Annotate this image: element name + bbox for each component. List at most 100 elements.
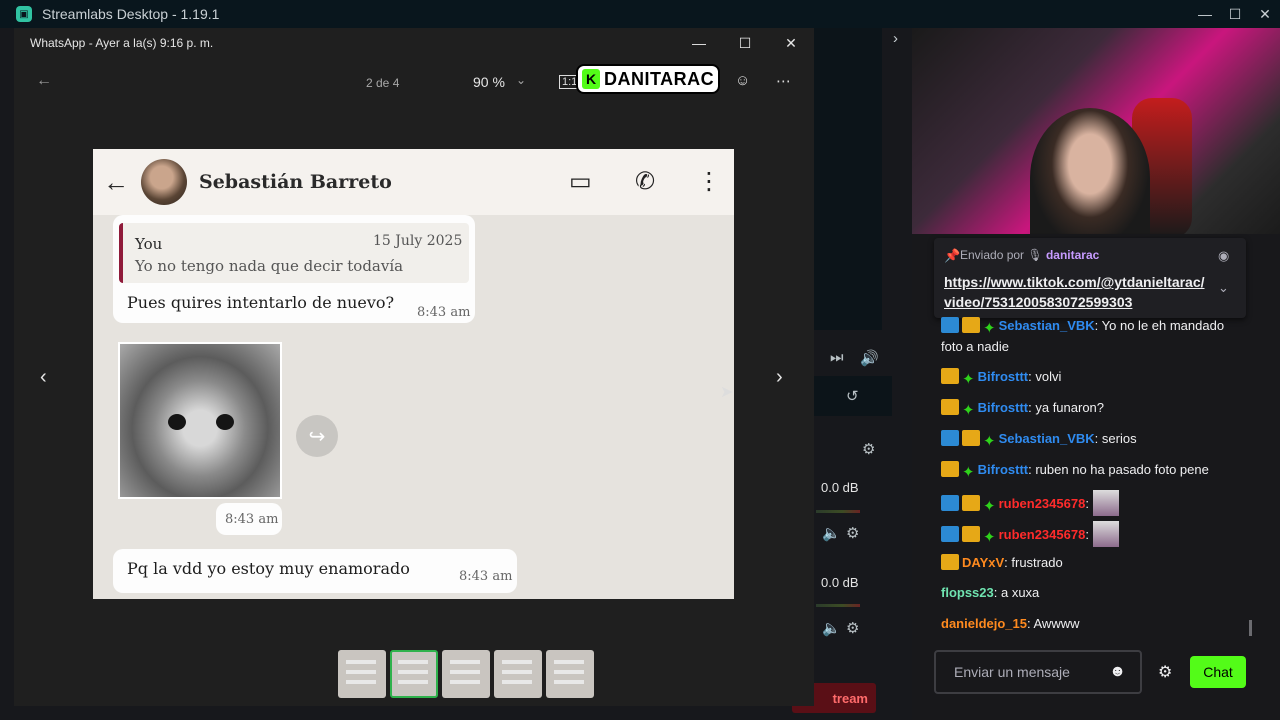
message-bubble-1: You Yo no tengo nada que decir todavía 1… — [113, 215, 475, 323]
chat-username[interactable]: Sebastian_VBK — [999, 318, 1095, 333]
crown-badge-icon — [941, 399, 959, 415]
image-time: 8:43 am — [225, 512, 279, 527]
mixer-ch2-mute-icon[interactable]: 🔈 — [822, 619, 841, 637]
chat-username[interactable]: danieldejo_15 — [941, 616, 1027, 631]
kitten-photo — [118, 342, 282, 499]
chat-text: : volvi — [1028, 369, 1062, 384]
chat-username[interactable]: flopss23 — [941, 585, 994, 600]
sparkle-badge-icon: ✦ — [983, 320, 996, 337]
chevron-down-icon[interactable]: ⌄ — [516, 73, 526, 87]
maximize-icon[interactable]: ☐ — [1220, 0, 1250, 28]
crown-badge-icon — [962, 430, 980, 446]
moderator-badge-icon — [941, 526, 959, 542]
chat-back-arrow-icon: ← — [103, 166, 129, 197]
whatsapp-viewer-window: WhatsApp - Ayer a la(s) 9:16 p. m. — ☐ ✕… — [14, 28, 814, 706]
phone-icon: ✆ — [635, 168, 656, 195]
sparkle-badge-icon: ✦ — [983, 433, 996, 450]
volume-icon[interactable]: 🔊 — [860, 349, 879, 367]
refresh-icon[interactable]: ↺ — [846, 387, 859, 405]
viewer-close-icon[interactable]: ✕ — [768, 28, 814, 58]
thumbnail-2[interactable] — [390, 650, 438, 698]
chat-text: : frustrado — [1004, 555, 1063, 570]
skip-icon[interactable]: ⏭ — [830, 349, 844, 366]
pinned-by: Enviado por 🎙 danitarac — [960, 248, 1100, 262]
webcam-feed — [912, 28, 1280, 234]
pinned-link[interactable]: https://www.tiktok.com/@ytdanieltarac/vi… — [944, 272, 1212, 312]
chat-message: ✦ Bifrosttt: ruben no ha pasado foto pene — [941, 459, 1241, 481]
mixer-ch1-meter — [816, 510, 860, 513]
thumbnail-1[interactable] — [338, 650, 386, 698]
app-title: Streamlabs Desktop - 1.19.1 — [42, 6, 220, 22]
zoom-level[interactable]: 90 % — [473, 74, 505, 90]
sparkle-badge-icon: ✦ — [962, 371, 975, 388]
mixer-ch2-settings-icon[interactable]: ⚙ — [846, 619, 859, 637]
thumbnail-3[interactable] — [442, 650, 490, 698]
chat-message: ✦ Sebastian_VBK: serios — [941, 428, 1241, 450]
message-text-1: Pues quires intentarlo de nuevo? — [127, 293, 395, 312]
sparkle-badge-icon: ✦ — [983, 498, 996, 515]
more-options-icon[interactable]: ⋯ — [776, 72, 791, 90]
close-icon[interactable]: ✕ — [1250, 0, 1280, 28]
pin-icon: 📌 — [944, 248, 961, 263]
chat-message: ✦ Bifrosttt: ya funaron? — [941, 397, 1241, 419]
message-text-2: Pq la vdd yo estoy muy enamorado — [127, 559, 410, 578]
chat-message: ✦ Bifrosttt: volvi — [941, 366, 1241, 388]
chat-settings-icon[interactable]: ⚙ — [1158, 662, 1172, 682]
sparkle-badge-icon: ✦ — [962, 402, 975, 419]
moderator-badge-icon — [941, 317, 959, 333]
viewer-minimize-icon[interactable]: — — [676, 28, 722, 58]
emoji-icon[interactable]: ☺ — [735, 72, 750, 89]
chat-emote — [1092, 521, 1119, 547]
moderator-badge-icon — [941, 430, 959, 446]
contact-name: Sebastián Barreto — [199, 171, 392, 193]
prev-image-icon[interactable]: ‹ — [40, 366, 47, 389]
expand-chevron-icon[interactable]: ⌄ — [1218, 280, 1229, 296]
streamlabs-logo-icon: ▣ — [16, 6, 32, 22]
crown-badge-icon — [941, 461, 959, 477]
chat-header: ← Sebastián Barreto ▭ ✆ ⋮ — [93, 149, 734, 215]
chat-message: DAYxV: frustrado — [941, 552, 1241, 573]
chat-send-button[interactable]: Chat — [1190, 656, 1246, 688]
kitten-eye — [216, 414, 234, 430]
mixer-ch1-settings-icon[interactable]: ⚙ — [846, 524, 859, 542]
kick-logo-icon: K — [582, 69, 600, 89]
chat-message: ✦ ruben2345678: — [941, 521, 1241, 547]
mixer-ch1-mute-icon[interactable]: 🔈 — [822, 524, 841, 542]
chat-text: : ya funaron? — [1028, 400, 1105, 415]
chat-text: : serios — [1094, 431, 1137, 446]
streamlabs-titlebar: ▣ Streamlabs Desktop - 1.19.1 — ☐ ✕ — [0, 0, 1280, 28]
minimize-icon[interactable]: — — [1190, 0, 1220, 28]
avatar — [141, 159, 187, 205]
chat-text: : — [1085, 496, 1089, 511]
mixer-ch2-meter — [816, 604, 860, 607]
chat-username[interactable]: Bifrosttt — [978, 462, 1029, 477]
chat-text: : ruben no ha pasado foto pene — [1028, 462, 1209, 477]
streamlabs-window-controls: — ☐ ✕ — [1190, 0, 1280, 28]
chat-username[interactable]: DAYxV — [962, 555, 1004, 570]
collapse-chevron-icon[interactable]: › — [893, 30, 898, 47]
chat-scrollbar[interactable] — [1249, 620, 1252, 636]
viewer-window-controls: — ☐ ✕ — [676, 28, 814, 58]
chat-input[interactable]: Enviar un mensaje ☻ — [934, 650, 1142, 694]
mixer-settings-icon[interactable]: ⚙ — [862, 440, 875, 458]
hide-eye-icon[interactable]: ◉ — [1218, 248, 1229, 264]
forward-icon: ↪ — [296, 415, 338, 457]
chat-username[interactable]: ruben2345678 — [999, 496, 1086, 511]
emoji-picker-icon[interactable]: ☻ — [1109, 663, 1126, 681]
thumbnail-5[interactable] — [546, 650, 594, 698]
thumbnail-strip — [338, 650, 594, 698]
crown-badge-icon — [941, 368, 959, 384]
chat-username[interactable]: Sebastian_VBK — [999, 431, 1095, 446]
pinned-message: 📌 Enviado por 🎙 danitarac ◉ https://www.… — [934, 238, 1246, 318]
back-arrow-icon[interactable]: ← — [36, 72, 52, 90]
message-bubble-2: Pq la vdd yo estoy muy enamorado 8:43 am — [113, 549, 517, 593]
chat-username[interactable]: Bifrosttt — [978, 369, 1029, 384]
viewer-maximize-icon[interactable]: ☐ — [722, 28, 768, 58]
chat-username[interactable]: Bifrosttt — [978, 400, 1029, 415]
thumbnail-4[interactable] — [494, 650, 542, 698]
next-image-icon[interactable]: › — [776, 366, 783, 389]
chat-text: : — [1085, 527, 1089, 542]
kebab-menu-icon: ⋮ — [697, 168, 721, 195]
mixer-ch1-db: 0.0 dB — [821, 480, 859, 495]
chat-username[interactable]: ruben2345678 — [999, 527, 1086, 542]
